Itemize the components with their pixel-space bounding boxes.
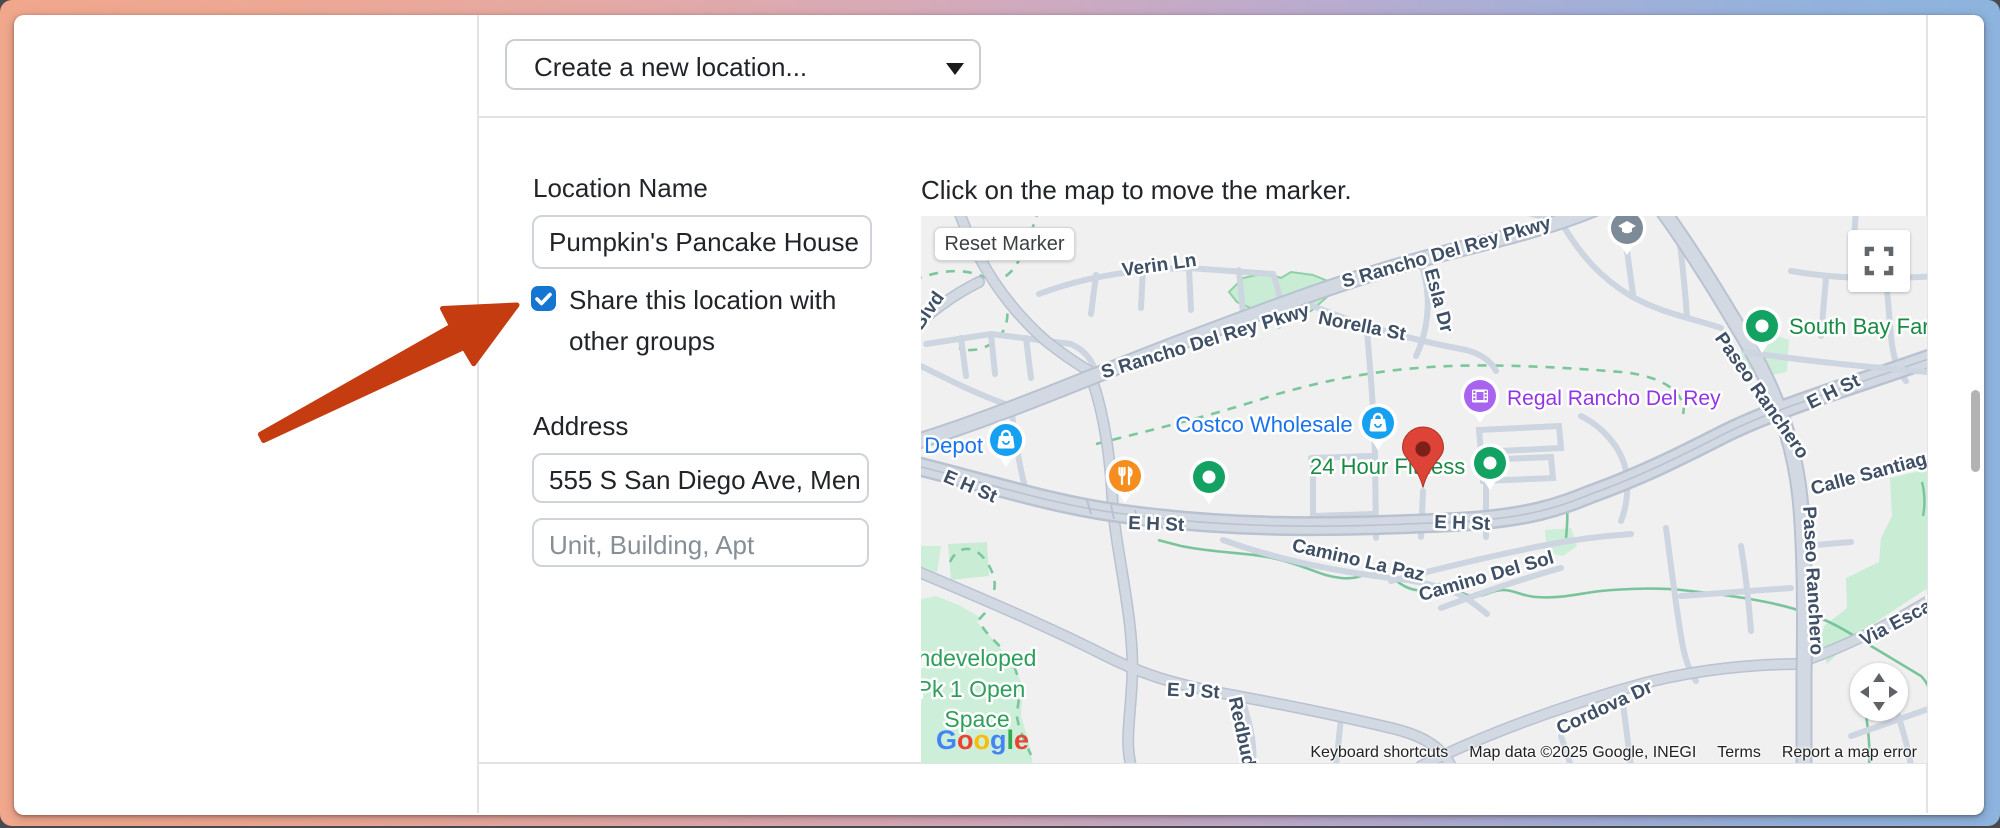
svg-text:E H St: E H St [1128,513,1185,536]
svg-text:E J St: E J St [1166,680,1220,704]
svg-text:Costco Wholesale: Costco Wholesale [1175,412,1352,437]
svg-text:Depot: Depot [924,433,983,458]
svg-text:24 Hour Fitness: 24 Hour Fitness [1310,454,1465,479]
svg-text:Pk 1 Open: Pk 1 Open [921,676,1025,702]
svg-text:South Bay Farms: South Bay Farms [1789,314,1927,339]
svg-text:E H St: E H St [1434,512,1491,535]
svg-text:ndeveloped: ndeveloped [921,645,1036,671]
svg-text:Regal Rancho Del Rey: Regal Rancho Del Rey [1507,387,1721,410]
